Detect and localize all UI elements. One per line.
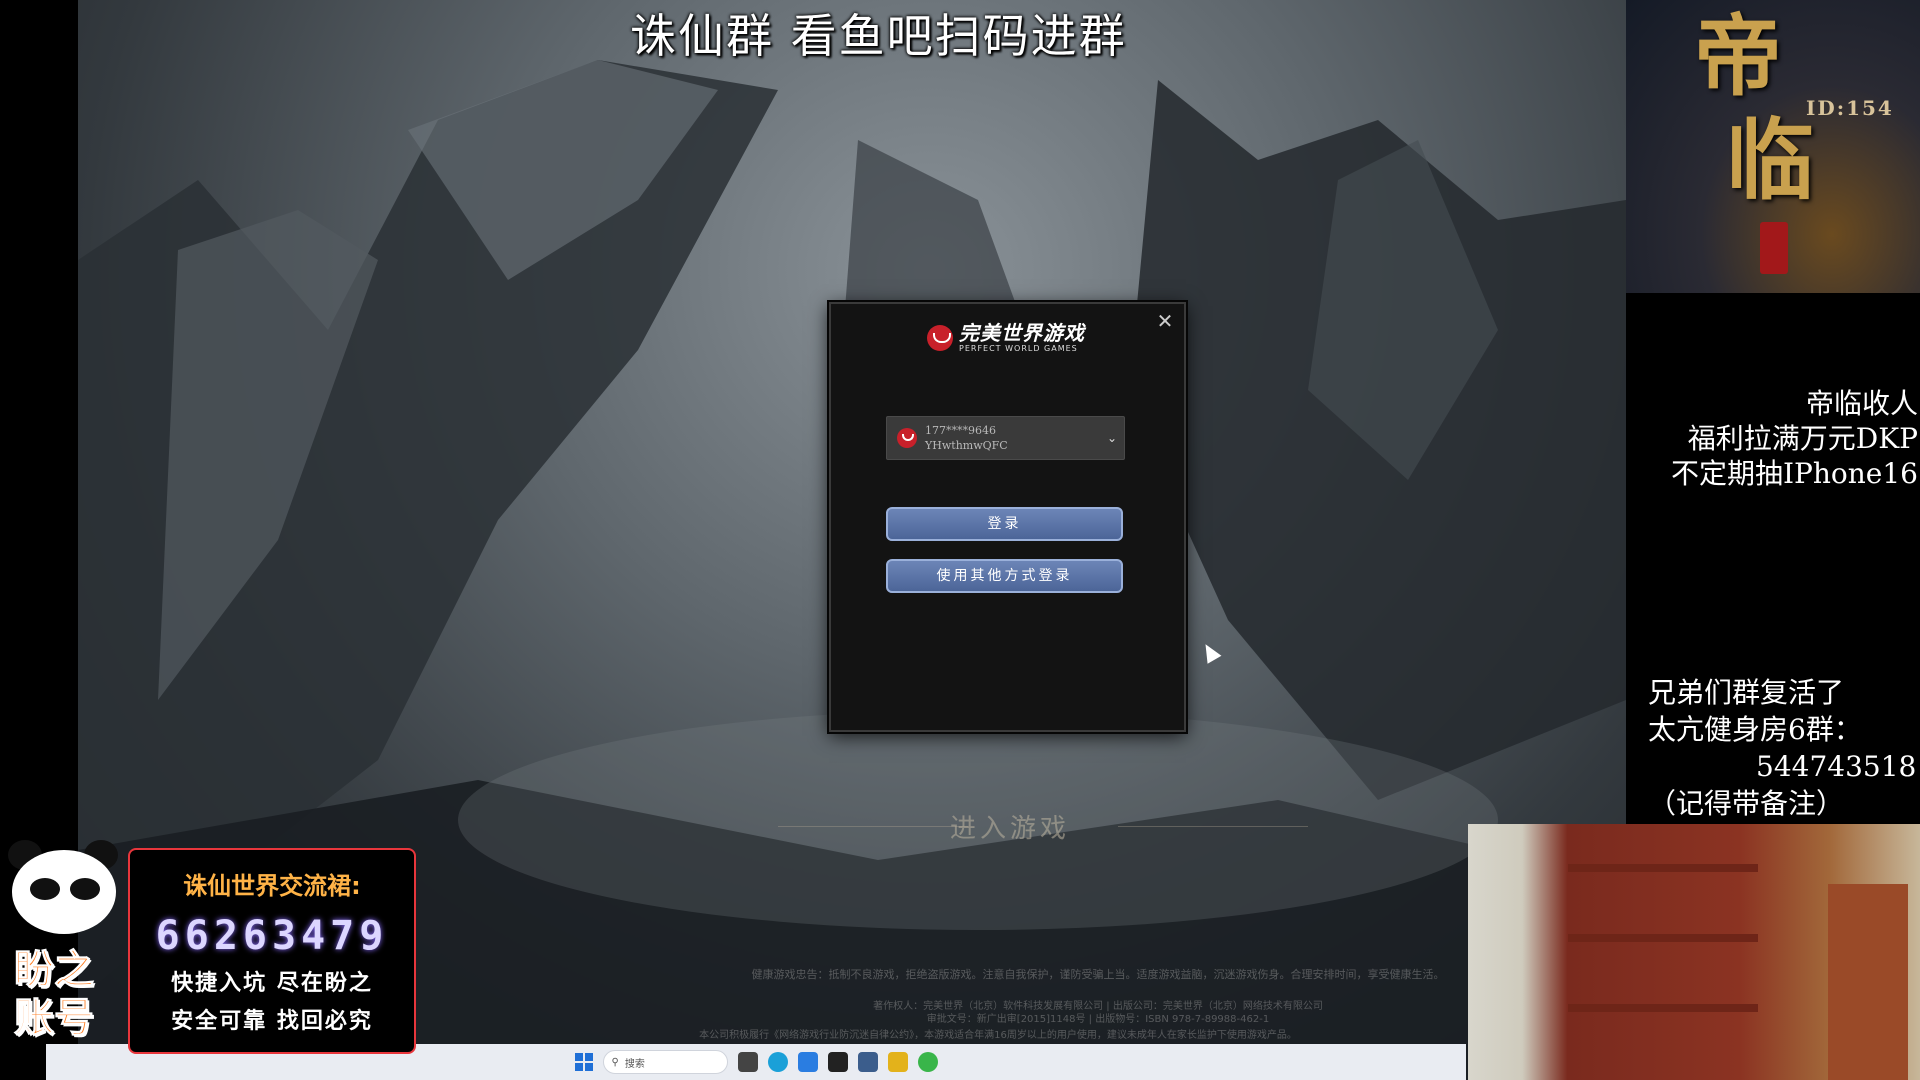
taskbar-search-input[interactable]: ⚲ 搜索 <box>602 1050 728 1074</box>
cabinet-shelf <box>1568 934 1758 942</box>
app-g-icon[interactable] <box>827 1052 848 1072</box>
app-green-icon[interactable] <box>917 1052 938 1072</box>
ad-slogan-1: 快捷入坑 尽在盼之 <box>171 971 373 996</box>
red-seal-stamp <box>1760 222 1788 274</box>
edge-browser-icon[interactable] <box>767 1052 788 1072</box>
cabinet-door <box>1828 884 1908 1080</box>
account-avatar-icon <box>897 428 917 448</box>
guild-recruit-notice: 帝临收人 福利拉满万元DKP 不定期抽IPhone16 <box>1671 386 1918 491</box>
app-yellow-icon[interactable] <box>887 1052 908 1072</box>
ad-panel: 诛仙世界交流裙: 66263479 快捷入坑 尽在盼之 安全可靠 找回必究 <box>128 848 416 1054</box>
brand-char-2: 临 <box>1726 108 1815 212</box>
stream-top-title: 诛仙群 看鱼吧扫码进群 <box>630 9 1127 63</box>
task-view-icon[interactable] <box>737 1052 758 1072</box>
guild-branding-image: 帝 临 ID:154 <box>1626 0 1920 293</box>
recruit-line-2: 福利拉满万元DKP <box>1687 422 1918 455</box>
legal-line: 本公司积极履行《网络游戏行业防沉迷自律公约》，本游戏适合年满16周岁以上的用户使… <box>699 1030 1297 1041</box>
login-button[interactable]: 登录 <box>886 507 1123 541</box>
account-selector[interactable]: 177****9646 YHwthmwQFC ⌄ <box>886 416 1125 460</box>
logo-subtitle: PERFECT WORLD GAMES <box>959 344 1078 353</box>
group-line-4: （记得带备注） <box>1648 787 1845 820</box>
webcam-feed <box>1468 824 1920 1080</box>
group-line-1: 兄弟们群复活了 <box>1648 676 1845 709</box>
brand-char-1: 帝 <box>1694 4 1783 108</box>
app-k-icon[interactable] <box>797 1052 818 1072</box>
other-login-button[interactable]: 使用其他方式登录 <box>886 559 1123 593</box>
close-icon[interactable]: ✕ <box>1154 310 1176 332</box>
group-notice: 兄弟们群复活了 太亢健身房6群： 544743518 （记得带备注） <box>1648 674 1916 822</box>
windows-start-icon[interactable] <box>574 1053 593 1071</box>
perfect-world-logo: 完美世界游戏 PERFECT WORLD GAMES <box>927 320 1085 356</box>
search-icon: ⚲ <box>611 1056 619 1068</box>
group-line-3: 544743518 <box>1756 750 1917 783</box>
cabinet-shelf <box>1568 864 1758 872</box>
ad-title: 诛仙世界交流裙: <box>183 872 361 900</box>
chevron-down-icon[interactable]: ⌄ <box>1100 431 1124 445</box>
group-line-2: 太亢健身房6群： <box>1648 713 1862 746</box>
perfect-world-logo-icon <box>927 325 953 351</box>
account-phone: 177****9646 <box>925 424 996 437</box>
taskbar-search-placeholder: 搜索 <box>624 1058 645 1070</box>
enter-divider-left <box>778 826 968 827</box>
health-notice: 健康游戏忠告：抵制不良游戏，拒绝盗版游戏。注意自我保护，谨防受骗上当。适度游戏益… <box>751 968 1445 981</box>
game-launcher-taskbar-icon[interactable] <box>857 1052 878 1072</box>
recruit-line-1: 帝临收人 <box>1805 387 1918 420</box>
panda-mascot <box>8 840 118 940</box>
approval-line: 审批文号：新广出审[2015]1148号 | 出版物号：ISBN 978-7-8… <box>926 1014 1270 1025</box>
ad-slogan-2: 安全可靠 找回必究 <box>171 1009 373 1034</box>
ad-brand-name: 盼之 账号 <box>14 947 95 1042</box>
login-dialog: ✕ 完美世界游戏 PERFECT WORLD GAMES 177****9646… <box>829 302 1186 732</box>
account-id: YHwthmwQFC <box>925 439 1008 452</box>
ad-group-number: 66263479 <box>155 913 389 959</box>
enter-game-button[interactable]: 进入游戏 <box>950 808 1070 845</box>
enter-divider-right <box>1118 826 1308 827</box>
brand-id: ID:154 <box>1806 96 1894 120</box>
cabinet-shelf <box>1568 1004 1758 1012</box>
recruit-line-3: 不定期抽IPhone16 <box>1670 457 1918 490</box>
logo-title: 完美世界游戏 <box>959 321 1085 345</box>
